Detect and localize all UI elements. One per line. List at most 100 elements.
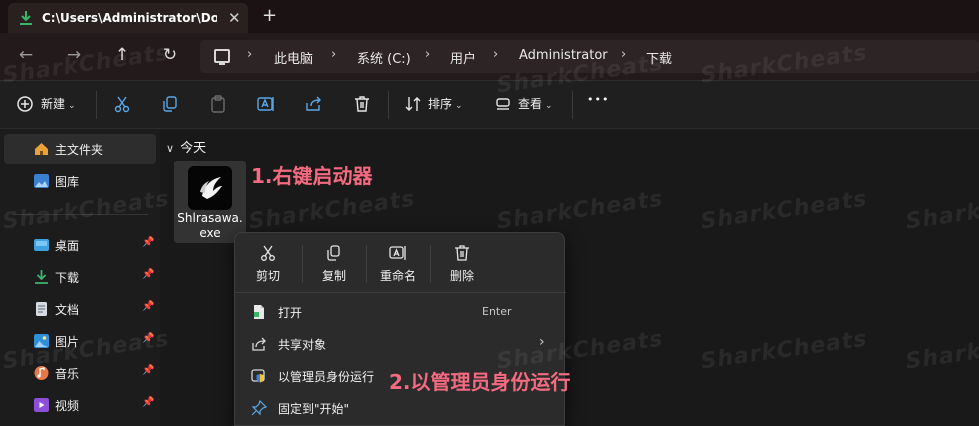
- group-label: 今天: [180, 141, 207, 156]
- context-open-item[interactable]: 打开 Enter: [239, 297, 560, 327]
- sidebar-item-label: 桌面: [55, 239, 80, 253]
- rename-icon: [389, 246, 406, 260]
- sidebar-item-documents[interactable]: 文档 📌: [4, 294, 156, 324]
- paste-icon: [211, 95, 225, 113]
- new-button-label: 新建: [41, 97, 66, 111]
- gallery-icon: [34, 174, 49, 188]
- breadcrumb-separator: ›: [493, 47, 499, 62]
- context-copy-label: 复制: [321, 269, 346, 283]
- context-run-as-admin-label: 以管理员身份运行: [278, 370, 375, 384]
- share-icon[interactable]: [304, 94, 324, 114]
- navigation-bar: ← → ↑ ↻ › 此电脑 › 系统 (C:) › 用户 › Administr…: [0, 33, 979, 81]
- context-cut-button[interactable]: 剪切: [238, 241, 298, 287]
- address-bar[interactable]: › 此电脑 › 系统 (C:) › 用户 › Administrator › 下…: [200, 40, 979, 73]
- context-rename-label: 重命名: [379, 269, 416, 283]
- view-button[interactable]: 查看 ⌄: [518, 95, 553, 112]
- scissors-icon[interactable]: [112, 94, 132, 114]
- context-share-item[interactable]: 共享对象 ›: [239, 329, 560, 359]
- context-menu: 剪切 复制 重命名 删除 打开 Enter 共享对象 › 以管理员身份运行 固定…: [234, 232, 566, 426]
- pin-icon[interactable]: 📌: [142, 269, 154, 280]
- chevron-down-icon: ∨: [166, 142, 175, 155]
- computer-icon: [214, 49, 230, 65]
- sidebar-item-downloads[interactable]: 下载 📌: [4, 262, 156, 292]
- breadcrumb-separator: ›: [425, 47, 431, 62]
- annotation-step-2: 2.以管理员身份运行: [389, 370, 571, 394]
- file-name-extension: exe: [199, 226, 221, 240]
- trash-icon: [455, 245, 469, 261]
- sort-button-label: 排序: [428, 97, 453, 111]
- context-divider: [302, 245, 303, 283]
- close-icon[interactable]: ✕: [228, 9, 241, 27]
- open-file-icon: [254, 305, 264, 319]
- context-open-label: 打开: [278, 306, 303, 320]
- new-button[interactable]: 新建 ⌄: [41, 95, 76, 112]
- breadcrumb-users[interactable]: 用户: [450, 48, 476, 67]
- app-logo-icon: [188, 166, 232, 210]
- breadcrumb-administrator[interactable]: Administrator: [519, 48, 608, 63]
- pin-icon: [251, 400, 267, 416]
- context-quick-actions: 剪切 复制 重命名 删除: [235, 233, 566, 293]
- sidebar-item-music[interactable]: 音乐 📌: [4, 358, 156, 388]
- sidebar-item-home[interactable]: 主文件夹: [4, 134, 156, 164]
- context-divider: [430, 245, 431, 283]
- up-button[interactable]: ↑: [110, 45, 134, 65]
- sidebar-item-label: 下载: [55, 271, 80, 285]
- desktop-icon: [34, 239, 49, 251]
- pin-icon[interactable]: 📌: [142, 333, 154, 344]
- new-tab-button[interactable]: +: [262, 5, 277, 26]
- shortcut-hint: Enter: [482, 305, 512, 318]
- trash-icon[interactable]: [352, 94, 372, 114]
- group-header-today[interactable]: ∨ 今天: [166, 137, 206, 156]
- back-button[interactable]: ←: [14, 45, 38, 65]
- navigation-pane: 主文件夹 图库 桌面 📌 下载 📌 文档 📌 图片 📌 音乐 📌 视频 📌: [0, 130, 160, 426]
- copy-icon[interactable]: [160, 94, 180, 114]
- sidebar-item-gallery[interactable]: 图库: [4, 166, 156, 196]
- more-options-button[interactable]: •••: [587, 93, 609, 106]
- context-copy-button[interactable]: 复制: [304, 241, 364, 287]
- sidebar-item-label: 视频: [55, 399, 80, 413]
- file-name-line: Shlrasawa.: [177, 211, 243, 225]
- sort-icon: [405, 97, 421, 111]
- pin-icon[interactable]: 📌: [142, 397, 154, 408]
- sidebar-item-videos[interactable]: 视频 📌: [4, 390, 156, 420]
- chevron-right-icon: ›: [539, 334, 545, 350]
- sidebar-item-pictures[interactable]: 图片 📌: [4, 326, 156, 356]
- sidebar-item-label: 文档: [55, 303, 80, 317]
- sort-button[interactable]: 排序 ⌄: [428, 95, 463, 112]
- command-toolbar: 新建 ⌄ 排序 ⌄ 查看 ⌄ •••: [0, 81, 979, 129]
- document-icon: [36, 302, 47, 316]
- toolbar-divider: [388, 91, 389, 119]
- context-pin-to-start-item[interactable]: 固定到"开始": [239, 393, 560, 423]
- scissors-icon: [261, 245, 275, 261]
- view-icon: [496, 98, 510, 110]
- download-icon: [35, 270, 48, 284]
- breadcrumb-downloads[interactable]: 下载: [646, 48, 672, 67]
- toolbar-divider: [572, 91, 573, 119]
- pin-icon[interactable]: 📌: [142, 237, 154, 248]
- breadcrumb-this-pc[interactable]: 此电脑: [274, 48, 313, 67]
- sidebar-item-label: 主文件夹: [55, 143, 104, 157]
- context-divider: [366, 245, 367, 283]
- context-rename-button[interactable]: 重命名: [368, 241, 428, 287]
- chevron-down-icon: ⌄: [455, 101, 463, 111]
- pin-icon[interactable]: 📌: [142, 365, 154, 376]
- window-tab[interactable]: C:\Users\Administrator\Downl ✕: [8, 3, 248, 33]
- sidebar-item-desktop[interactable]: 桌面 📌: [4, 230, 156, 260]
- refresh-button[interactable]: ↻: [158, 45, 182, 65]
- context-delete-button[interactable]: 删除: [432, 241, 492, 287]
- home-icon: [35, 143, 48, 155]
- download-icon: [20, 11, 32, 25]
- pictures-icon: [34, 334, 49, 348]
- sidebar-item-label: 图片: [55, 335, 80, 349]
- toolbar-divider: [96, 91, 97, 119]
- forward-button[interactable]: →: [62, 45, 86, 65]
- pin-icon[interactable]: 📌: [142, 301, 154, 312]
- context-pin-to-start-label: 固定到"开始": [278, 402, 350, 416]
- rename-icon[interactable]: [256, 94, 276, 114]
- breadcrumb-separator: ›: [247, 47, 253, 62]
- context-cut-label: 剪切: [255, 269, 280, 283]
- file-item[interactable]: Shlrasawa. exe: [174, 161, 246, 243]
- video-icon: [34, 398, 49, 412]
- sidebar-item-label: 音乐: [55, 367, 80, 381]
- breadcrumb-system-c[interactable]: 系统 (C:): [357, 48, 411, 67]
